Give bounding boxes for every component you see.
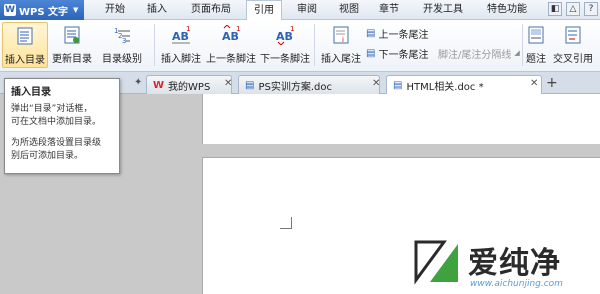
close-icon[interactable]: ✕ (530, 78, 538, 89)
tab-ps-doc[interactable]: ▤ PS实训方案.doc (238, 75, 380, 94)
prev-footnote-icon: AB 1 (220, 24, 242, 46)
svg-text:1: 1 (186, 25, 190, 33)
insert-footnote-label: 插入脚注 (161, 54, 201, 65)
prev-endnote-label: 上一条尾注 (378, 29, 429, 41)
insert-footnote-button[interactable]: AB 1 插入脚注 (158, 22, 204, 68)
insert-toc-label: 插入目录 (5, 55, 45, 66)
tooltip-line-1: 弹出“目录”对话框， (11, 104, 93, 114)
minimize-ribbon-icon[interactable]: △ (566, 2, 580, 16)
menu-page-layout[interactable]: 页面布局 (182, 0, 240, 20)
footnote-separator-label: 脚注/尾注分隔线 (438, 49, 512, 61)
menu-developer[interactable]: 开发工具 (414, 0, 472, 20)
menu-chapter[interactable]: 章节 (372, 0, 406, 20)
toc-level-label: 目录级别 (102, 54, 142, 65)
menu-insert[interactable]: 插入 (140, 0, 174, 20)
update-toc-label: 更新目录 (52, 54, 92, 65)
next-footnote-icon: AB 1 (274, 24, 296, 46)
add-tab-icon[interactable]: + (546, 76, 558, 90)
site-watermark: 爱纯净 www.aichunjing.com (412, 234, 592, 292)
tab-my-wps-label: 我的WPS (168, 81, 211, 93)
insert-toc-button[interactable]: 插入目录 (2, 22, 48, 68)
wps-logo-icon: W (4, 4, 16, 16)
menu-features[interactable]: 特色功能 (478, 0, 536, 20)
caption-label: 题注 (526, 54, 546, 65)
tab-html-doc-label: HTML相关.doc * (406, 81, 484, 93)
dialog-launcher-icon: ◢ (514, 49, 520, 57)
ribbon-separator (314, 24, 315, 66)
next-footnote-button[interactable]: AB 1 下一条脚注 (260, 22, 310, 68)
ribbon-separator (154, 24, 155, 66)
text-margin-mark (280, 217, 292, 229)
skin-icon[interactable]: ◧ (548, 2, 562, 16)
toc-level-button[interactable]: 123 目录级别 (96, 22, 148, 68)
app-name: WPS 文字 (19, 6, 69, 18)
ribbon-separator (522, 24, 523, 66)
next-footnote-label: 下一条脚注 (260, 54, 310, 65)
endnote-icon: i (330, 24, 352, 46)
ribbon-references: 插入目录 更新目录 123 目录级别 AB 1 插入脚注 AB 1 上一条脚注 AB… (0, 20, 600, 72)
insert-endnote-button[interactable]: i 插入尾注 (318, 22, 364, 68)
next-endnote-button[interactable]: ▤ 下一条尾注 (366, 46, 429, 61)
tab-html-doc[interactable]: ▤ HTML相关.doc * (386, 75, 542, 94)
toc-icon (14, 25, 36, 47)
watermark-text: 爱纯净 (468, 246, 561, 281)
tooltip-line-4: 别后可添加目录。 (11, 151, 84, 161)
next-endnote-icon: ▤ (366, 47, 376, 59)
watermark-logo-icon (414, 240, 458, 285)
tooltip-line-3: 为所选段落设置目录级 (11, 138, 102, 148)
watermark-url: www.aichunjing.com (470, 279, 563, 289)
toc-level-icon: 123 (111, 24, 133, 46)
doc-file-icon: ▤ (393, 79, 403, 91)
insert-endnote-label: 插入尾注 (321, 54, 361, 65)
footnote-separator-button[interactable]: 脚注/尾注分隔线 ◢ (438, 46, 520, 61)
tooltip-title: 插入目录 (11, 87, 51, 98)
help-icon[interactable]: ? (584, 2, 598, 16)
next-endnote-label: 下一条尾注 (378, 49, 429, 61)
wps-red-logo-icon: W (153, 79, 165, 91)
pin-icon[interactable]: ✦ (134, 77, 142, 88)
menu-review[interactable]: 审阅 (290, 0, 324, 20)
menu-bar: W WPS 文字 ▼ 开始 插入 页面布局 引用 审阅 视图 章节 开发工具 特… (0, 0, 600, 21)
update-toc-icon (61, 24, 83, 46)
app-menu-button[interactable]: W WPS 文字 ▼ (0, 0, 84, 20)
cross-reference-icon (562, 24, 584, 46)
svg-text:1: 1 (236, 25, 240, 33)
update-toc-button[interactable]: 更新目录 (50, 22, 94, 68)
close-icon[interactable]: ✕ (372, 78, 380, 89)
prev-endnote-icon: ▤ (366, 27, 376, 39)
caption-icon (525, 24, 547, 46)
close-icon[interactable]: ✕ (224, 78, 232, 89)
doc-file-icon: ▤ (245, 79, 255, 91)
prev-endnote-button[interactable]: ▤ 上一条尾注 (366, 26, 429, 41)
menu-view[interactable]: 视图 (332, 0, 366, 20)
menu-home[interactable]: 开始 (98, 0, 132, 20)
tab-my-wps[interactable]: W 我的WPS (146, 75, 232, 94)
insert-toc-tooltip: 插入目录 弹出“目录”对话框， 可在文档中添加目录。 为所选段落设置目录级 别后… (4, 78, 120, 174)
prev-footnote-label: 上一条脚注 (206, 54, 256, 65)
tab-ps-doc-label: PS实训方案.doc (258, 81, 332, 93)
svg-text:1: 1 (290, 25, 294, 33)
cross-reference-button[interactable]: 交叉引用 (550, 22, 596, 68)
svg-text:3: 3 (122, 37, 126, 45)
menu-references[interactable]: 引用 (246, 0, 282, 21)
chevron-down-icon: ▼ (73, 6, 79, 14)
svg-text:i: i (342, 36, 344, 44)
cross-reference-label: 交叉引用 (553, 54, 593, 65)
footnote-icon: AB 1 (170, 24, 192, 46)
caption-button[interactable]: 题注 (524, 22, 548, 68)
tooltip-line-2: 可在文档中添加目录。 (11, 117, 102, 127)
prev-footnote-button[interactable]: AB 1 上一条脚注 (206, 22, 256, 68)
document-page-previous (202, 94, 600, 144)
